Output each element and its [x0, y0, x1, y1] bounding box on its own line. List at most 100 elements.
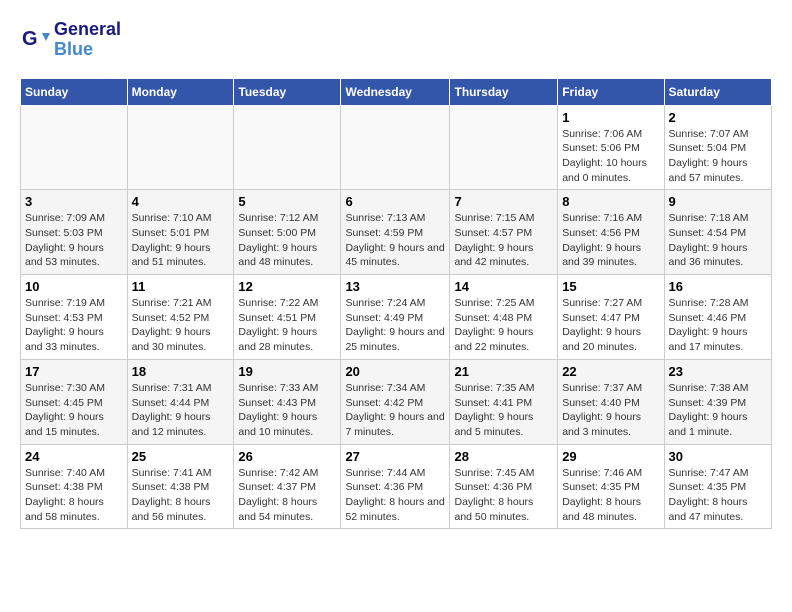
- day-number: 11: [132, 279, 230, 294]
- calendar-cell: 23Sunrise: 7:38 AM Sunset: 4:39 PM Dayli…: [664, 359, 771, 444]
- day-info: Sunrise: 7:34 AM Sunset: 4:42 PM Dayligh…: [345, 381, 445, 440]
- calendar-cell: 28 Sunrise: 7:45 AM Sunset: 4:36 PM Dayli…: [450, 444, 558, 529]
- calendar-cell: 29 Sunrise: 7:46 AM Sunset: 4:35 PM Dayli…: [558, 444, 664, 529]
- day-number: 30: [669, 449, 767, 464]
- day-info: Sunrise: 7:07 AM Sunset: 5:04 PM Dayligh…: [669, 127, 767, 186]
- calendar-cell: 30 Sunrise: 7:47 AM Sunset: 4:35 PM Dayli…: [664, 444, 771, 529]
- calendar-cell: 3 Sunrise: 7:09 AM Sunset: 5:03 PM Daylig…: [21, 190, 128, 275]
- day-info: Sunrise: 7:22 AM Sunset: 4:51 PM Dayligh…: [238, 296, 336, 355]
- calendar-cell: 16 Sunrise: 7:28 AM Sunset: 4:46 PM Dayli…: [664, 275, 771, 360]
- day-info: Sunrise: 7:35 AM Sunset: 4:41 PM Dayligh…: [454, 381, 553, 440]
- weekday-header-friday: Friday: [558, 78, 664, 105]
- calendar-cell: 13 Sunrise: 7:24 AM Sunset: 4:49 PM Dayli…: [341, 275, 450, 360]
- calendar-cell: 17 Sunrise: 7:30 AM Sunset: 4:45 PM Dayli…: [21, 359, 128, 444]
- day-number: 24: [25, 449, 123, 464]
- day-number: 5: [238, 194, 336, 209]
- day-info: Sunrise: 7:40 AM Sunset: 4:38 PM Dayligh…: [25, 466, 123, 525]
- calendar-cell: 22 Sunrise: 7:37 AM Sunset: 4:40 PM Dayli…: [558, 359, 664, 444]
- day-number: 19: [238, 364, 336, 379]
- weekday-header-saturday: Saturday: [664, 78, 771, 105]
- day-info: Sunrise: 7:13 AM Sunset: 4:59 PM Dayligh…: [345, 211, 445, 270]
- day-number: 12: [238, 279, 336, 294]
- day-info: Sunrise: 7:25 AM Sunset: 4:48 PM Dayligh…: [454, 296, 553, 355]
- day-number: 7: [454, 194, 553, 209]
- day-info: Sunrise: 7:10 AM Sunset: 5:01 PM Dayligh…: [132, 211, 230, 270]
- calendar-cell: 19 Sunrise: 7:33 AM Sunset: 4:43 PM Dayli…: [234, 359, 341, 444]
- calendar-cell: [341, 105, 450, 190]
- day-info: Sunrise: 7:28 AM Sunset: 4:46 PM Dayligh…: [669, 296, 767, 355]
- calendar-cell: 25 Sunrise: 7:41 AM Sunset: 4:38 PM Dayli…: [127, 444, 234, 529]
- logo-blue: Blue: [54, 40, 121, 60]
- day-number: 20: [345, 364, 445, 379]
- day-number: 9: [669, 194, 767, 209]
- day-number: 10: [25, 279, 123, 294]
- day-info: Sunrise: 7:06 AM Sunset: 5:06 PM Dayligh…: [562, 127, 659, 186]
- day-info: Sunrise: 7:47 AM Sunset: 4:35 PM Dayligh…: [669, 466, 767, 525]
- calendar-cell: 26Sunrise: 7:42 AM Sunset: 4:37 PM Dayli…: [234, 444, 341, 529]
- calendar-cell: 24 Sunrise: 7:40 AM Sunset: 4:38 PM Dayli…: [21, 444, 128, 529]
- weekday-header-sunday: Sunday: [21, 78, 128, 105]
- day-number: 14: [454, 279, 553, 294]
- calendar-cell: 20 Sunrise: 7:34 AM Sunset: 4:42 PM Dayli…: [341, 359, 450, 444]
- day-number: 27: [345, 449, 445, 464]
- day-info: Sunrise: 7:31 AM Sunset: 4:44 PM Dayligh…: [132, 381, 230, 440]
- day-number: 8: [562, 194, 659, 209]
- calendar-cell: 2 Sunrise: 7:07 AM Sunset: 5:04 PM Daylig…: [664, 105, 771, 190]
- day-number: 22: [562, 364, 659, 379]
- logo: G General Blue: [20, 20, 121, 60]
- calendar-cell: 8 Sunrise: 7:16 AM Sunset: 4:56 PM Daylig…: [558, 190, 664, 275]
- day-number: 18: [132, 364, 230, 379]
- calendar-cell: 27Sunrise: 7:44 AM Sunset: 4:36 PM Dayli…: [341, 444, 450, 529]
- day-number: 13: [345, 279, 445, 294]
- day-info: Sunrise: 7:16 AM Sunset: 4:56 PM Dayligh…: [562, 211, 659, 270]
- day-info: Sunrise: 7:46 AM Sunset: 4:35 PM Dayligh…: [562, 466, 659, 525]
- calendar-cell: 9 Sunrise: 7:18 AM Sunset: 4:54 PM Daylig…: [664, 190, 771, 275]
- calendar-cell: 21 Sunrise: 7:35 AM Sunset: 4:41 PM Dayli…: [450, 359, 558, 444]
- calendar-cell: [234, 105, 341, 190]
- day-number: 29: [562, 449, 659, 464]
- day-info: Sunrise: 7:15 AM Sunset: 4:57 PM Dayligh…: [454, 211, 553, 270]
- calendar-cell: 14 Sunrise: 7:25 AM Sunset: 4:48 PM Dayli…: [450, 275, 558, 360]
- calendar-cell: 18 Sunrise: 7:31 AM Sunset: 4:44 PM Dayli…: [127, 359, 234, 444]
- svg-text:G: G: [22, 28, 38, 50]
- calendar-cell: 1 Sunrise: 7:06 AM Sunset: 5:06 PM Daylig…: [558, 105, 664, 190]
- day-info: Sunrise: 7:37 AM Sunset: 4:40 PM Dayligh…: [562, 381, 659, 440]
- day-number: 17: [25, 364, 123, 379]
- day-info: Sunrise: 7:19 AM Sunset: 4:53 PM Dayligh…: [25, 296, 123, 355]
- calendar-cell: [127, 105, 234, 190]
- day-info: Sunrise: 7:18 AM Sunset: 4:54 PM Dayligh…: [669, 211, 767, 270]
- day-number: 3: [25, 194, 123, 209]
- day-number: 28: [454, 449, 553, 464]
- day-info: Sunrise: 7:41 AM Sunset: 4:38 PM Dayligh…: [132, 466, 230, 525]
- day-info: Sunrise: 7:12 AM Sunset: 5:00 PM Dayligh…: [238, 211, 336, 270]
- day-number: 25: [132, 449, 230, 464]
- day-info: Sunrise: 7:21 AM Sunset: 4:52 PM Dayligh…: [132, 296, 230, 355]
- day-number: 1: [562, 110, 659, 125]
- calendar-cell: 12 Sunrise: 7:22 AM Sunset: 4:51 PM Dayli…: [234, 275, 341, 360]
- day-info: Sunrise: 7:24 AM Sunset: 4:49 PM Dayligh…: [345, 296, 445, 355]
- logo-icon: G: [20, 25, 50, 55]
- logo-general: General: [54, 20, 121, 40]
- day-info: Sunrise: 7:27 AM Sunset: 4:47 PM Dayligh…: [562, 296, 659, 355]
- calendar-cell: 6Sunrise: 7:13 AM Sunset: 4:59 PM Daylig…: [341, 190, 450, 275]
- day-info: Sunrise: 7:09 AM Sunset: 5:03 PM Dayligh…: [25, 211, 123, 270]
- calendar-cell: [21, 105, 128, 190]
- weekday-header-thursday: Thursday: [450, 78, 558, 105]
- day-number: 21: [454, 364, 553, 379]
- day-info: Sunrise: 7:33 AM Sunset: 4:43 PM Dayligh…: [238, 381, 336, 440]
- calendar-cell: 15Sunrise: 7:27 AM Sunset: 4:47 PM Dayli…: [558, 275, 664, 360]
- day-number: 16: [669, 279, 767, 294]
- weekday-header-wednesday: Wednesday: [341, 78, 450, 105]
- calendar-cell: 7 Sunrise: 7:15 AM Sunset: 4:57 PM Daylig…: [450, 190, 558, 275]
- day-number: 4: [132, 194, 230, 209]
- calendar-cell: 4 Sunrise: 7:10 AM Sunset: 5:01 PM Daylig…: [127, 190, 234, 275]
- day-info: Sunrise: 7:45 AM Sunset: 4:36 PM Dayligh…: [454, 466, 553, 525]
- calendar-cell: 10 Sunrise: 7:19 AM Sunset: 4:53 PM Dayli…: [21, 275, 128, 360]
- calendar-cell: 11 Sunrise: 7:21 AM Sunset: 4:52 PM Dayli…: [127, 275, 234, 360]
- day-number: 2: [669, 110, 767, 125]
- weekday-header-tuesday: Tuesday: [234, 78, 341, 105]
- calendar-cell: 5 Sunrise: 7:12 AM Sunset: 5:00 PM Daylig…: [234, 190, 341, 275]
- calendar-table: SundayMondayTuesdayWednesdayThursdayFrid…: [20, 78, 772, 530]
- day-info: Sunrise: 7:30 AM Sunset: 4:45 PM Dayligh…: [25, 381, 123, 440]
- weekday-header-monday: Monday: [127, 78, 234, 105]
